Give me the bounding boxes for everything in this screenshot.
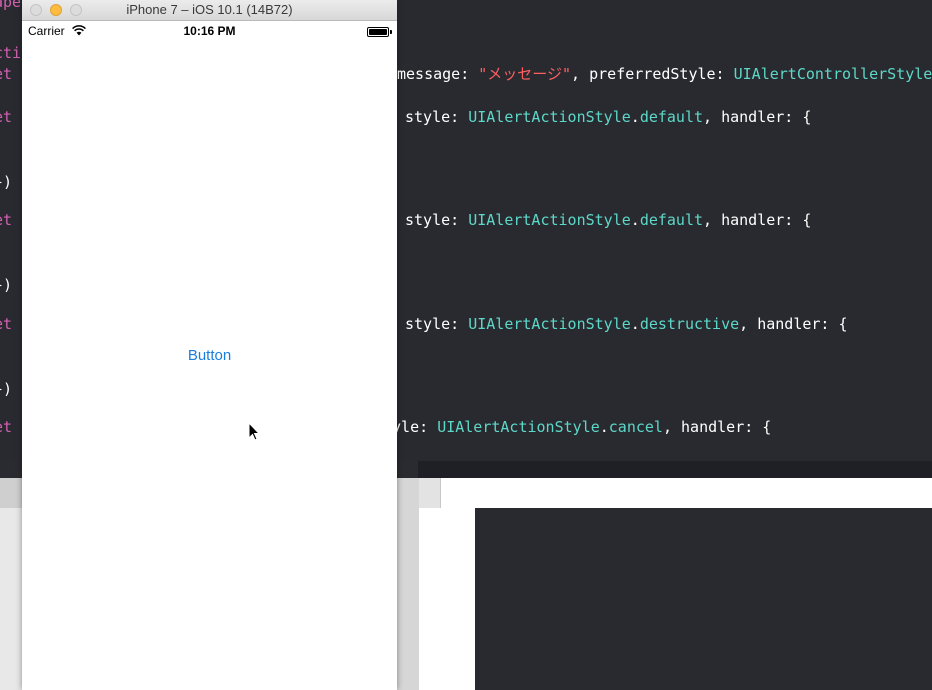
code-token: , handler: { <box>739 315 848 333</box>
code-line: et <box>0 210 12 230</box>
code-line: style: UIAlertActionStyle.default, handl… <box>405 107 811 127</box>
code-line: ape <box>0 0 21 12</box>
code-token: message: <box>397 65 479 83</box>
code-token: . <box>599 418 609 436</box>
code-token: et <box>0 418 13 436</box>
code-token: UIAlertActionStyle <box>437 418 600 436</box>
code-token: "メッセージ" <box>478 65 572 83</box>
code-line: }) <box>0 379 12 399</box>
code-token: et <box>0 211 13 229</box>
code-token: et <box>0 108 13 126</box>
code-line: }) <box>0 275 12 295</box>
code-token: }) <box>0 380 13 398</box>
code-token: et <box>0 315 13 333</box>
code-token: UIAlertActionStyle <box>468 315 631 333</box>
code-line: et <box>0 314 12 334</box>
simulator-titlebar[interactable]: iPhone 7 – iOS 10.1 (14B72) <box>22 0 397 21</box>
code-token: }) <box>0 276 13 294</box>
code-token: . <box>630 211 640 229</box>
code-line: tyle: UIAlertActionStyle.cancel, handler… <box>383 417 771 437</box>
code-token: UIAlertActionStyle <box>468 211 631 229</box>
code-line: style: UIAlertActionStyle.destructive, h… <box>405 314 848 334</box>
code-token: cancel <box>608 418 663 436</box>
code-token: ape <box>0 0 22 11</box>
debug-gutter <box>0 508 22 690</box>
code-token: style: <box>405 108 469 126</box>
code-line: et <box>0 107 12 127</box>
code-token: style: <box>405 211 469 229</box>
code-token: UIAlertControllerStyle <box>733 65 932 83</box>
simulator-window: iPhone 7 – iOS 10.1 (14B72) Carrier 10:1… <box>22 0 397 690</box>
debug-divider[interactable] <box>397 478 419 690</box>
code-line: message: "メッセージ", preferredStyle: UIAler… <box>397 64 932 84</box>
battery-icon <box>367 27 392 37</box>
variables-pane <box>419 508 475 690</box>
code-token: default <box>639 211 704 229</box>
console-pane[interactable] <box>475 508 932 690</box>
code-token: , handler: { <box>703 108 812 126</box>
code-token: , handler: { <box>662 418 772 436</box>
code-token: . <box>630 315 640 333</box>
code-token: . <box>630 108 640 126</box>
code-token: , handler: { <box>703 211 812 229</box>
code-line: et <box>0 417 12 437</box>
debug-toolbar-left <box>0 478 22 508</box>
show-alert-button[interactable]: Button <box>172 344 247 366</box>
code-line: }) <box>0 172 12 192</box>
code-token: }) <box>0 173 13 191</box>
ios-status-bar: Carrier 10:16 PM <box>22 21 397 41</box>
code-token: UIAlertActionStyle <box>468 108 631 126</box>
status-time: 10:16 PM <box>183 24 236 38</box>
code-line: style: UIAlertActionStyle.default, handl… <box>405 210 811 230</box>
code-token: , preferredStyle: <box>571 65 734 83</box>
mouse-cursor-icon <box>248 422 260 441</box>
code-token: style: <box>405 315 469 333</box>
debug-filter-bar <box>440 478 932 508</box>
code-token: default <box>639 108 704 126</box>
simulator-title: iPhone 7 – iOS 10.1 (14B72) <box>126 2 293 17</box>
code-token: et <box>0 65 13 83</box>
code-line: et <box>0 64 12 84</box>
code-token: destructive <box>639 315 740 333</box>
